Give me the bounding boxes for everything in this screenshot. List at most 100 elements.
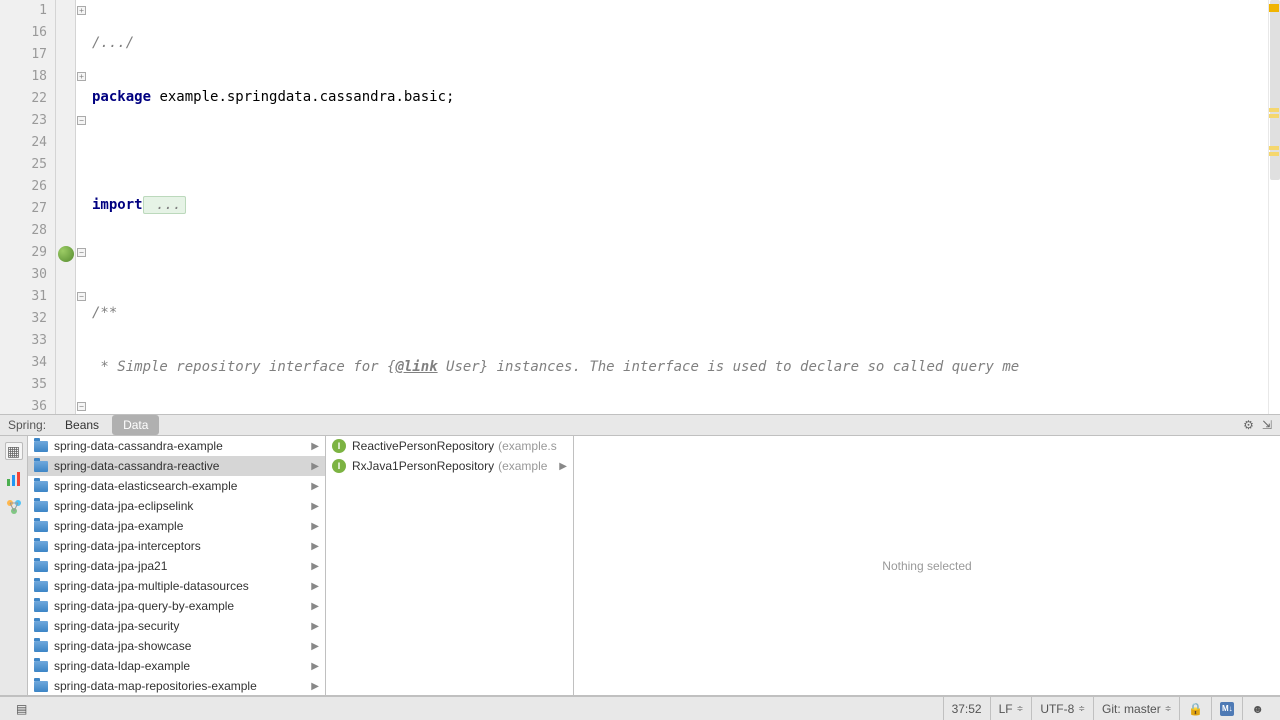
line-number: 27 xyxy=(0,198,47,220)
spring-bean-icon[interactable] xyxy=(58,246,74,262)
line-number: 31 xyxy=(0,286,47,308)
status-bar: ▤ 37:52 LF≑ UTF-8≑ Git: master≑ 🔒 M↓ ☻ xyxy=(0,696,1280,720)
fold-toggle-icon[interactable]: + xyxy=(77,6,86,15)
repository-name: RxJava1PersonRepository xyxy=(352,459,494,473)
editor-scrollbar[interactable] xyxy=(1268,0,1280,414)
module-item[interactable]: spring-data-elasticsearch-example▶ xyxy=(28,476,325,496)
module-label: spring-data-ldap-example xyxy=(54,659,190,673)
status-git-branch[interactable]: Git: master≑ xyxy=(1093,697,1179,720)
fold-toggle-icon[interactable]: − xyxy=(77,292,86,301)
interface-icon: I xyxy=(332,439,346,453)
status-line-ending[interactable]: LF≑ xyxy=(990,697,1032,720)
scrollbar-warning-mark[interactable] xyxy=(1269,114,1279,118)
module-label: spring-data-map-repositories-example xyxy=(54,679,257,693)
module-icon xyxy=(34,621,48,632)
status-encoding[interactable]: UTF-8≑ xyxy=(1031,697,1093,720)
tab-beans[interactable]: Beans xyxy=(54,415,110,435)
chevron-right-icon: ▶ xyxy=(311,601,319,612)
panel-view-icon[interactable]: ▦ xyxy=(5,442,23,460)
chevron-right-icon: ▶ xyxy=(311,541,319,552)
panel-diagram-icon[interactable] xyxy=(5,498,23,516)
module-list[interactable]: spring-data-cassandra-example▶ spring-da… xyxy=(28,436,326,695)
module-item[interactable]: spring-data-jpa-multiple-datasources▶ xyxy=(28,576,325,596)
line-number: 16 xyxy=(0,22,47,44)
javadoc-line: /** xyxy=(92,305,117,321)
module-icon xyxy=(34,641,48,652)
code-content[interactable]: /.../ package example.springdata.cassand… xyxy=(88,0,1268,414)
module-item[interactable]: spring-data-cassandra-example▶ xyxy=(28,436,325,456)
module-item[interactable]: spring-data-jpa-security▶ xyxy=(28,616,325,636)
module-item[interactable]: spring-data-jpa-showcase ▶ xyxy=(28,636,325,656)
chevron-right-icon: ▶ xyxy=(311,681,319,692)
module-icon xyxy=(34,581,48,592)
chevron-right-icon: ▶ xyxy=(311,621,319,632)
fold-toggle-icon[interactable]: − xyxy=(77,116,86,125)
folded-imports[interactable]: ... xyxy=(143,196,187,214)
spring-panel-label: Spring: xyxy=(0,418,54,432)
fold-toggle-icon[interactable]: + xyxy=(77,72,86,81)
chevron-right-icon: ▶ xyxy=(311,561,319,572)
module-icon xyxy=(34,561,48,572)
module-label: spring-data-jpa-showcase xyxy=(54,639,191,653)
status-inspections-icon[interactable]: ☻ xyxy=(1242,697,1272,720)
javadoc-link-tag: @link xyxy=(395,359,437,375)
chevron-right-icon: ▶ xyxy=(311,661,319,672)
scrollbar-warning-mark[interactable] xyxy=(1269,108,1279,112)
tab-data[interactable]: Data xyxy=(112,415,159,435)
javadoc-line: * Simple repository interface for { xyxy=(92,359,395,375)
chevron-right-icon: ▶ xyxy=(311,641,319,652)
status-caret-pos[interactable]: 37:52 xyxy=(943,697,990,720)
module-icon xyxy=(34,681,48,692)
line-number: 22 xyxy=(0,88,47,110)
keyword-import: import xyxy=(92,197,143,213)
line-number: 25 xyxy=(0,154,47,176)
javadoc-line: } instances. The interface is used to de… xyxy=(480,359,1019,375)
repository-pkg: (example xyxy=(498,459,547,473)
module-item[interactable]: spring-data-cassandra-reactive▶ xyxy=(28,456,325,476)
module-label: spring-data-jpa-interceptors xyxy=(54,539,201,553)
module-icon xyxy=(34,521,48,532)
folded-region[interactable]: /.../ xyxy=(92,35,134,51)
javadoc-line: * methods to retrieve single entities or… xyxy=(92,413,615,414)
status-messages-icon[interactable]: ▤ xyxy=(8,697,35,720)
module-item[interactable]: spring-data-ldap-example ▶ xyxy=(28,656,325,676)
chevron-right-icon: ▶ xyxy=(559,461,567,472)
line-number-gutter: 1 16 17 18 22 23 24 25 26 27 28 29 30 31… xyxy=(0,0,56,414)
module-item[interactable]: spring-data-jpa-example▶ xyxy=(28,516,325,536)
gear-icon[interactable]: ⚙ xyxy=(1243,418,1254,432)
line-number: 24 xyxy=(0,132,47,154)
chevron-right-icon: ▶ xyxy=(311,501,319,512)
repository-pkg: (example.s xyxy=(498,439,557,453)
fold-toggle-icon[interactable]: − xyxy=(77,402,86,411)
module-label: spring-data-jpa-eclipselink xyxy=(54,499,193,513)
line-number: 17 xyxy=(0,44,47,66)
repository-item[interactable]: IRxJava1PersonRepository(example▶ xyxy=(326,456,573,476)
module-label: spring-data-jpa-example xyxy=(54,519,183,533)
status-lock-icon[interactable]: 🔒 xyxy=(1179,697,1211,720)
module-item[interactable]: spring-data-jpa-interceptors ▶ xyxy=(28,536,325,556)
line-number: 32 xyxy=(0,308,47,330)
fold-toggle-icon[interactable]: − xyxy=(77,248,86,257)
module-item[interactable]: spring-data-jpa-jpa21 ▶ xyxy=(28,556,325,576)
module-icon xyxy=(34,481,48,492)
status-markdown-icon[interactable]: M↓ xyxy=(1211,697,1242,720)
module-item[interactable]: spring-data-jpa-eclipselink ▶ xyxy=(28,496,325,516)
panel-chart-icon[interactable] xyxy=(5,470,23,488)
javadoc-link-target: User xyxy=(438,359,480,375)
scrollbar-warning-mark[interactable] xyxy=(1269,152,1279,156)
module-icon xyxy=(34,661,48,672)
module-label: spring-data-jpa-jpa21 xyxy=(54,559,167,573)
scrollbar-warning-mark[interactable] xyxy=(1269,4,1279,12)
line-number: 26 xyxy=(0,176,47,198)
module-label: spring-data-jpa-multiple-datasources xyxy=(54,579,249,593)
minimize-panel-icon[interactable]: ⇲ xyxy=(1262,418,1272,432)
detail-placeholder: Nothing selected xyxy=(882,559,971,573)
module-item[interactable]: spring-data-jpa-query-by-example▶ xyxy=(28,596,325,616)
line-number: 29 xyxy=(0,242,47,264)
repository-item[interactable]: IReactivePersonRepository(example.s xyxy=(326,436,573,456)
scrollbar-warning-mark[interactable] xyxy=(1269,146,1279,150)
line-number: 23 xyxy=(0,110,47,132)
repository-list[interactable]: IReactivePersonRepository(example.s I RxJ… xyxy=(326,436,574,695)
line-number: 34 xyxy=(0,352,47,374)
module-item[interactable]: spring-data-map-repositories-example ▶ xyxy=(28,676,325,695)
